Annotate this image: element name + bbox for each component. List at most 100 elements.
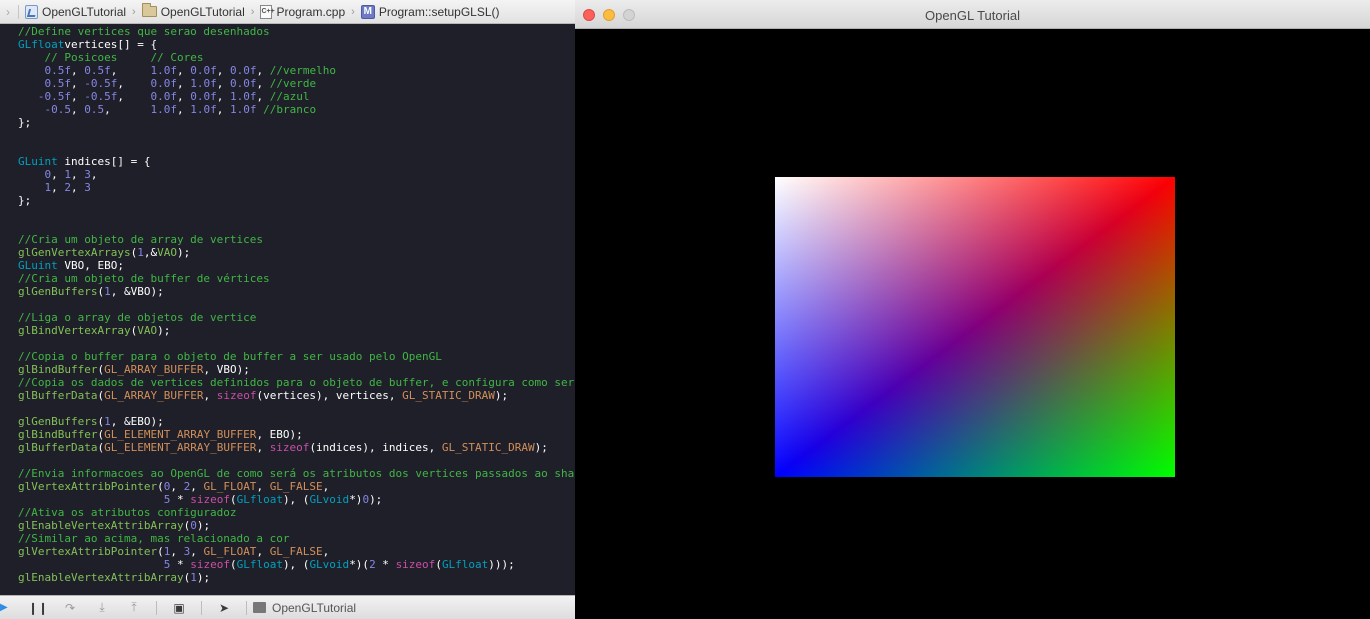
code-token: 2 [64, 181, 71, 194]
code-line: glVertexAttribPointer(1, 3, GL_FLOAT, GL… [18, 545, 329, 558]
code-token: , [170, 480, 184, 493]
code-token: , [190, 480, 204, 493]
code-token: glEnableVertexAttribArray [18, 571, 184, 584]
code-token: ), ( [282, 493, 310, 506]
code-line: //Cria um objeto de buffer de vértices [18, 272, 270, 285]
code-line: glBindBuffer(GL_ELEMENT_ARRAY_BUFFER, EB… [18, 428, 303, 441]
crumb-project[interactable]: OpenGLTutorial [25, 4, 126, 19]
code-token: , [177, 77, 191, 90]
code-token: , [216, 103, 230, 116]
code-token: , [104, 103, 151, 116]
code-token: ), ( [282, 558, 310, 571]
code-line: glBufferData(GL_ARRAY_BUFFER, sizeof(ver… [18, 389, 508, 402]
gl-viewport [575, 29, 1370, 619]
code-token: sizeof [269, 441, 310, 454]
debug-target-label[interactable]: OpenGLTutorial [272, 601, 356, 615]
code-line: glBindBuffer(GL_ARRAY_BUFFER, VBO); [18, 363, 250, 376]
cpp-file-icon: C++ [260, 4, 275, 19]
code-token: glBufferData [18, 441, 98, 454]
step-out-icon[interactable]: ⤒ [118, 600, 150, 615]
code-line: 0.5f, 0.5f, 1.0f, 0.0f, 0.0f, //vermelho [18, 64, 336, 77]
code-token: VAO [137, 324, 158, 337]
debug-bar: ▶ ❙❙ ↷ ⤓ ⤒ ▣ ➤ OpenGLTutorial [0, 595, 575, 619]
code-token: 1 [190, 571, 197, 584]
code-token: , [117, 90, 151, 103]
code-token: ,& [143, 246, 158, 259]
code-line: -0.5, 0.5, 1.0f, 1.0f, 1.0f //branco [18, 103, 317, 116]
code-token: ); [534, 441, 548, 454]
code-token: , [256, 480, 270, 493]
code-line: glVertexAttribPointer(0, 2, GL_FLOAT, GL… [18, 480, 329, 493]
view-hierarchy-icon[interactable]: ▣ [163, 601, 195, 615]
code-token: 0 [190, 519, 197, 532]
chevron-right-icon: › [351, 5, 355, 18]
code-line: //Copia o buffer para o objeto de buffer… [18, 350, 442, 363]
crumb-method[interactable]: M Program::setupGLSL() [360, 4, 500, 19]
code-token: , [71, 181, 85, 194]
code-token: glBindVertexArray [18, 324, 131, 337]
chevron-right-icon: › [250, 5, 255, 18]
step-over-icon[interactable]: ↷ [54, 601, 86, 615]
code-token: ); [196, 571, 211, 584]
code-token: 1 [104, 285, 111, 298]
code-token: GL_FALSE [269, 480, 323, 493]
code-token: 1.0f [190, 77, 217, 90]
gradient-quad [775, 177, 1175, 477]
code-token: , [71, 64, 85, 77]
code-token: , [71, 168, 85, 181]
code-token: , [71, 103, 85, 116]
source-code[interactable]: //Define vertices que serao desenhados G… [18, 25, 574, 584]
code-editor[interactable]: › OpenGLTutorial › OpenGLTutorial › C++ … [0, 0, 575, 619]
crumb-file[interactable]: C++ Program.cpp [260, 4, 345, 19]
code-token: (vertices), vertices, [256, 389, 403, 402]
code-token: , [256, 545, 270, 558]
window-titlebar[interactable]: OpenGL Tutorial [575, 0, 1370, 29]
debug-bar-divider [246, 600, 247, 615]
code-token: ( [435, 558, 442, 571]
code-token: //verde [269, 77, 317, 90]
crumb-group[interactable]: OpenGLTutorial [141, 3, 245, 19]
code-token: //Copia os dados de vertices definidos p… [18, 376, 575, 389]
code-token: ); [157, 324, 171, 337]
code-token: , [322, 545, 330, 558]
code-token: glGenVertexArrays [18, 246, 131, 259]
code-token: 1.0f [190, 103, 217, 116]
code-token: * [375, 558, 396, 571]
code-token: 2 [369, 558, 376, 571]
code-token: , [71, 90, 85, 103]
code-token: 1.0f [230, 90, 257, 103]
code-token: //Similar ao acima, mas relacionado a co… [18, 532, 290, 545]
code-token: GL_ARRAY_BUFFER [104, 389, 204, 402]
code-token: glBindBuffer [18, 363, 98, 376]
code-token: GLuint [18, 259, 58, 272]
nav-forward-icon[interactable]: › [0, 5, 16, 19]
pause-icon[interactable]: ❙❙ [22, 601, 54, 615]
code-token: GL_ELEMENT_ARRAY_BUFFER [104, 428, 257, 441]
code-token: (indices), indices, [309, 441, 442, 454]
code-token: ( [157, 480, 164, 493]
code-token: , VBO); [203, 363, 250, 376]
location-arrow-icon[interactable]: ➤ [208, 601, 240, 615]
code-line: 0, 1, 3, [18, 168, 98, 181]
code-token: //Liga o array de objetos de vertice [18, 311, 257, 324]
code-token: , &EBO); [110, 415, 164, 428]
step-into-icon[interactable]: ⤓ [86, 600, 118, 615]
xcode-project-icon [25, 4, 38, 19]
code-token: , [71, 77, 85, 90]
code-token: -0.5f [84, 77, 118, 90]
play-icon[interactable]: ▶ [0, 602, 8, 613]
code-token: GL_STATIC_DRAW [402, 389, 495, 402]
code-line: //Ativa os atributos configuradoz [18, 506, 237, 519]
code-token: , [177, 90, 191, 103]
code-token: , [176, 103, 191, 116]
code-line: GLuint VBO, EBO; [18, 259, 124, 272]
code-token: GL_FLOAT [203, 480, 257, 493]
window-title: OpenGL Tutorial [925, 8, 1020, 23]
code-line: GLuint indices[] = { [18, 155, 150, 168]
jump-bar-divider [18, 4, 19, 19]
code-token: sizeof [216, 389, 257, 402]
